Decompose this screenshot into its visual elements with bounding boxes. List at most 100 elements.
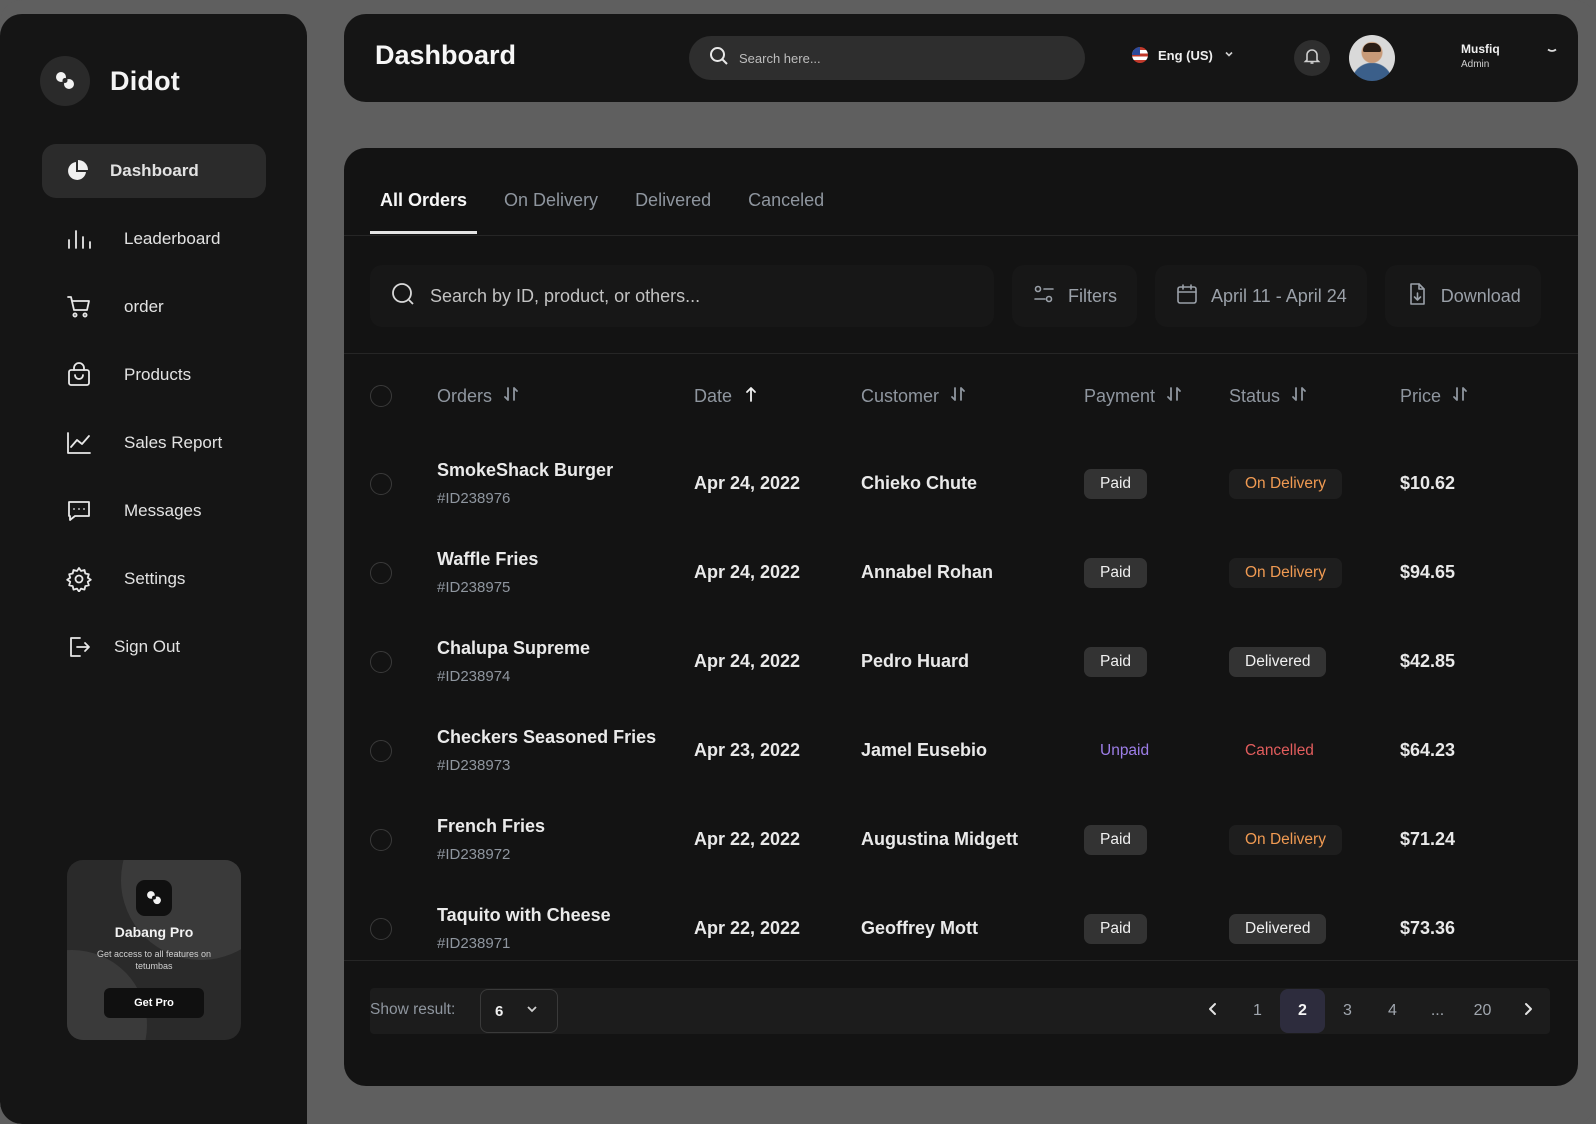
column-payment[interactable]: Payment <box>1084 385 1229 408</box>
filters-button[interactable]: Filters <box>1012 265 1137 327</box>
sidebar-item-settings[interactable]: Settings <box>42 552 266 606</box>
chevron-right-icon <box>1520 1001 1536 1022</box>
order-date: Apr 23, 2022 <box>694 740 801 760</box>
payment-cell: Paid <box>1084 468 1229 499</box>
row-checkbox-cell <box>370 917 437 940</box>
orders-search[interactable] <box>370 265 994 327</box>
sidebar-item-messages[interactable]: Messages <box>42 484 266 538</box>
page-ellipsis: ... <box>1430 1002 1445 1019</box>
user-menu-chevron-icon[interactable] <box>1546 42 1558 60</box>
table-row[interactable]: SmokeShack Burger #ID238976 Apr 24, 2022… <box>370 439 1550 528</box>
table-row[interactable]: Chalupa Supreme #ID238974 Apr 24, 2022 P… <box>370 617 1550 706</box>
select-all-checkbox[interactable] <box>370 385 392 407</box>
tab-on-delivery[interactable]: On Delivery <box>494 182 608 234</box>
brand[interactable]: Didot <box>40 56 180 106</box>
customer-name: Chieko Chute <box>861 473 978 493</box>
page-button-2[interactable]: 2 <box>1280 989 1325 1033</box>
orders-toolbar: Filters April 11 - April 24 Download <box>370 265 1541 327</box>
page-button-4[interactable]: 4 <box>1370 989 1415 1033</box>
row-checkbox-cell <box>370 739 437 762</box>
sidebar-item-leaderboard[interactable]: Leaderboard <box>42 212 266 266</box>
row-checkbox[interactable] <box>370 561 392 584</box>
column-label: Payment <box>1084 385 1156 406</box>
order-id: #ID238973 <box>437 757 511 774</box>
table-row[interactable]: Waffle Fries #ID238975 Apr 24, 2022 Anna… <box>370 528 1550 617</box>
sidebar-item-label: Sales Report <box>124 433 223 452</box>
header-search-input[interactable] <box>739 50 1039 66</box>
row-checkbox-cell <box>370 561 437 584</box>
row-checkbox-cell <box>370 650 437 673</box>
search-icon <box>390 281 416 312</box>
page-button-1[interactable]: 1 <box>1235 989 1280 1033</box>
tab-delivered[interactable]: Delivered <box>625 182 721 234</box>
orders-search-input[interactable] <box>430 285 990 307</box>
date-range-picker[interactable]: April 11 - April 24 <box>1155 265 1367 327</box>
sidebar-item-label: Settings <box>124 569 186 588</box>
sidebar-item-products[interactable]: Products <box>42 348 266 402</box>
column-label: Status <box>1229 385 1281 406</box>
customer-name: Augustina Midgett <box>861 829 1018 849</box>
customer-name: Annabel Rohan <box>861 562 994 582</box>
row-checkbox[interactable] <box>370 650 392 673</box>
tab-all-orders[interactable]: All Orders <box>370 182 478 234</box>
table-row[interactable]: Checkers Seasoned Fries #ID238973 Apr 23… <box>370 706 1550 795</box>
filter-icon <box>1032 282 1056 311</box>
order-cell: French Fries #ID238972 <box>437 816 694 863</box>
column-customer[interactable]: Customer <box>861 385 1084 408</box>
order-price: $73.36 <box>1400 918 1456 938</box>
pagination: 1 2 3 4 ... 20 <box>1190 988 1550 1034</box>
search-icon <box>709 46 729 71</box>
download-label: Download <box>1440 285 1521 306</box>
customer-name: Pedro Huard <box>861 651 970 671</box>
column-date[interactable]: Date <box>694 385 861 408</box>
column-price[interactable]: Price <box>1400 385 1550 408</box>
language-selector[interactable]: Eng (US) <box>1132 47 1235 63</box>
next-page-button[interactable] <box>1505 989 1550 1033</box>
order-cell: SmokeShack Burger #ID238976 <box>437 460 694 507</box>
tab-canceled[interactable]: Canceled <box>738 182 834 234</box>
page-title: Dashboard <box>375 40 517 70</box>
order-date: Apr 22, 2022 <box>694 829 801 849</box>
page-size-select[interactable]: 6 <box>480 989 558 1033</box>
sidebar-item-dashboard[interactable]: Dashboard <box>42 144 266 198</box>
page-size-value: 6 <box>495 1002 504 1020</box>
order-date: Apr 24, 2022 <box>694 651 801 671</box>
product-name: Checkers Seasoned Fries <box>437 727 657 747</box>
sidebar-item-sign-out[interactable]: Sign Out <box>42 620 266 674</box>
column-label: Price <box>1400 385 1442 406</box>
row-checkbox[interactable] <box>370 739 392 762</box>
download-button[interactable]: Download <box>1384 265 1541 327</box>
notification-button[interactable] <box>1294 40 1330 76</box>
sidebar-item-order[interactable]: order <box>42 280 266 334</box>
table-row[interactable]: French Fries #ID238972 Apr 22, 2022 Augu… <box>370 795 1550 884</box>
column-status[interactable]: Status <box>1229 385 1400 408</box>
pie-chart-icon <box>64 158 90 184</box>
header-search[interactable] <box>689 36 1085 80</box>
status-cell: Cancelled <box>1229 736 1400 766</box>
sort-icon <box>1165 385 1183 408</box>
previous-page-button[interactable] <box>1190 989 1235 1033</box>
order-cell: Taquito with Cheese #ID238971 <box>437 905 694 952</box>
get-pro-button[interactable]: Get Pro <box>104 988 204 1018</box>
order-tabs: All Orders On Delivery Delivered Cancele… <box>370 182 851 234</box>
row-checkbox[interactable] <box>370 828 392 851</box>
table-body: SmokeShack Burger #ID238976 Apr 24, 2022… <box>370 439 1550 973</box>
page-button-3[interactable]: 3 <box>1325 989 1370 1033</box>
divider <box>344 235 1578 236</box>
payment-cell: Paid <box>1084 557 1229 588</box>
row-checkbox[interactable] <box>370 472 392 495</box>
sort-icon <box>502 385 520 408</box>
payment-badge: Paid <box>1084 468 1148 499</box>
avatar[interactable] <box>1349 35 1395 81</box>
column-orders[interactable]: Orders <box>437 385 694 408</box>
sidebar-item-sales-report[interactable]: Sales Report <box>42 416 266 470</box>
payment-badge: Paid <box>1084 646 1148 677</box>
message-icon <box>66 498 92 524</box>
user-info[interactable]: Musfiq Admin <box>1461 42 1500 70</box>
date-range-label: April 11 - April 24 <box>1211 285 1347 306</box>
brand-logo-icon <box>40 56 90 106</box>
order-cell: Checkers Seasoned Fries #ID238973 <box>437 727 694 774</box>
page-button-20[interactable]: 20 <box>1460 989 1505 1033</box>
order-cell: Chalupa Supreme #ID238974 <box>437 638 694 685</box>
row-checkbox[interactable] <box>370 917 392 940</box>
